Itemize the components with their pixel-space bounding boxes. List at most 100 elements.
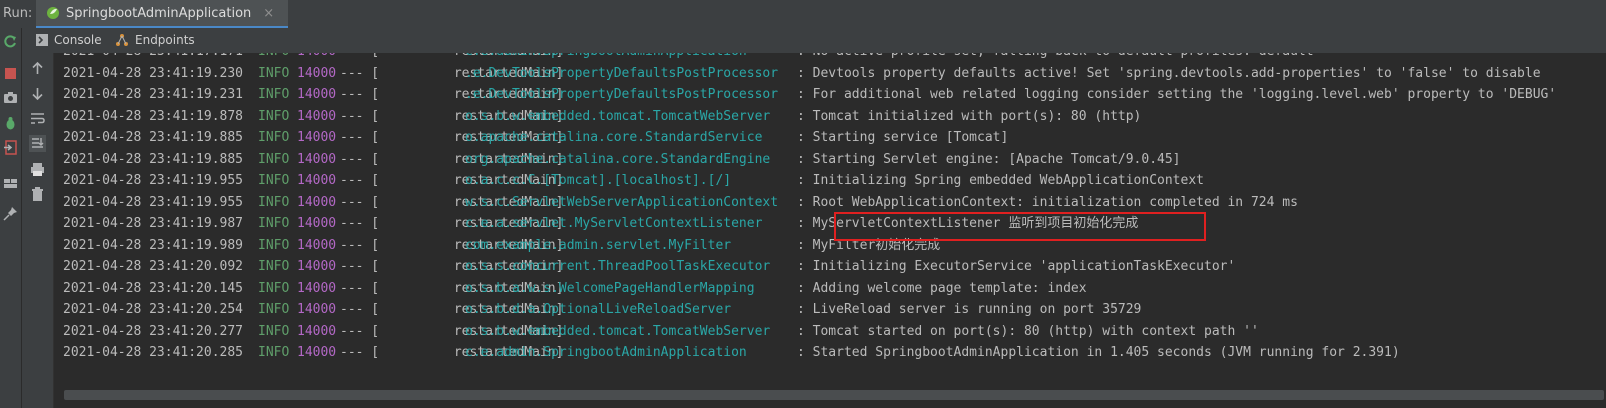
log-pid: 14000	[297, 151, 337, 167]
log-timestamp: 2021-04-28 23:41:19.955	[63, 173, 244, 188]
horizontal-scrollbar[interactable]	[64, 390, 1604, 400]
rerun-icon[interactable]	[3, 34, 18, 49]
log-thread: restartedMain]	[446, 302, 564, 317]
log-separator: --- [	[340, 87, 380, 102]
log-line: 2021-04-28 23:41:19.987 INFO 14000 --- [ re…	[63, 213, 1556, 235]
log-pid: 14000	[297, 87, 337, 102]
log-message: : Starting Servlet engine: [Apache Tomca…	[797, 151, 1181, 167]
log-thread: restartedMain]	[446, 194, 564, 210]
log-pid: 14000	[297, 53, 340, 63]
log-timestamp: 2021-04-28 23:41:20.285	[63, 345, 244, 360]
log-logger: .e.DevToolsPropertyDefaultsPostProcessor	[465, 87, 779, 102]
tab-console[interactable]: Console	[36, 28, 102, 52]
stop-icon[interactable]	[3, 66, 18, 81]
log-level: INFO	[258, 259, 290, 274]
log-level: INFO	[258, 216, 290, 231]
log-thread: restartedMain]	[446, 259, 564, 274]
console-icon	[36, 34, 48, 46]
log-message: : Starting service [Tomcat]	[797, 130, 1009, 145]
log-line: 2021-04-28 23:41:19.885 INFO 14000 --- [ re…	[63, 149, 1556, 171]
log-message: : Devtools property defaults active! Set…	[797, 65, 1541, 81]
log-separator: --- [	[340, 65, 380, 81]
tab-console-label: Console	[54, 33, 102, 47]
log-timestamp: 2021-04-28 23:41:20.254	[63, 302, 244, 317]
log-level: INFO	[258, 53, 297, 63]
exit-icon[interactable]	[3, 140, 18, 155]
run-tab-springboot-admin-application[interactable]: SpringbootAdminApplication ×	[36, 0, 289, 29]
log-separator: --- [	[340, 53, 446, 63]
console-toolbar	[22, 53, 54, 408]
log-logger: .e.DevToolsPropertyDefaultsPostProcessor	[465, 65, 779, 81]
arrow-up-icon[interactable]	[29, 60, 46, 77]
log-logger: o.s.b.a.w.s.WelcomePageHandlerMapping	[465, 280, 755, 296]
trash-icon[interactable]	[29, 186, 46, 203]
log-message: : Initializing Spring embedded WebApplic…	[797, 173, 1204, 188]
log-timestamp: 2021-04-28 23:41:19.885	[63, 130, 244, 145]
log-pid: 14000	[297, 65, 337, 81]
log-pid: 14000	[297, 302, 337, 317]
tab-endpoints-label: Endpoints	[135, 33, 195, 47]
log-pid: 14000	[297, 237, 337, 253]
arrow-down-icon[interactable]	[29, 85, 46, 102]
log-thread: restartedMain]	[446, 65, 564, 81]
log-message: : No active profile set, falling back to…	[797, 53, 1314, 59]
log-logger: org.apache.catalina.core.StandardEngine	[465, 151, 771, 167]
log-level: INFO	[258, 87, 290, 102]
log-level: INFO	[258, 280, 290, 296]
log-thread: restartedMain]	[446, 130, 564, 145]
log-separator: --- [	[340, 130, 380, 145]
log-timestamp: 2021-04-28 23:41:19.878	[63, 108, 244, 124]
log-thread: restartedMain]	[446, 173, 564, 188]
soft-wrap-icon[interactable]	[29, 110, 46, 127]
run-toolbar: Run: SpringbootAdminApplication ×	[0, 0, 1606, 29]
log-separator: --- [	[340, 280, 380, 296]
bug-icon[interactable]	[3, 116, 18, 131]
log-separator: --- [	[340, 173, 380, 188]
pin-icon[interactable]	[3, 206, 18, 221]
log-timestamp: 2021-04-28 23:41:19.230	[63, 65, 244, 81]
log-timestamp: 2021-04-28 23:41:19.987	[63, 216, 244, 231]
log-timestamp: 2021-04-28 23:41:17.171	[63, 53, 258, 63]
log-thread: restartedMain]	[446, 151, 564, 167]
print-icon[interactable]	[29, 161, 46, 178]
console-tabs-bar: Console Endpoints	[22, 28, 1606, 54]
log-line: 2021-04-28 23:41:19.885 INFO 14000 --- [ re…	[63, 127, 1556, 149]
spring-boot-run-icon	[47, 7, 59, 19]
tab-endpoints[interactable]: Endpoints	[115, 28, 195, 52]
left-action-strip	[0, 28, 22, 408]
layout-icon[interactable]	[3, 176, 18, 191]
log-message: : Adding welcome page template: index	[797, 280, 1087, 296]
log-timestamp: 2021-04-28 23:41:19.885	[63, 151, 244, 167]
scroll-to-end-icon[interactable]	[29, 135, 46, 152]
endpoints-icon	[116, 34, 128, 46]
log-thread: restartedMain]	[446, 237, 564, 253]
run-label: Run:	[3, 6, 33, 21]
log-separator: --- [	[340, 216, 380, 231]
log-line: 2021-04-28 23:41:20.145 INFO 14000 --- [ re…	[63, 278, 1556, 300]
console-output[interactable]: 2021-04-28 23:41:17.171INFO14000--- [ re…	[54, 53, 1606, 408]
log-separator: --- [	[340, 345, 380, 360]
log-level: INFO	[258, 65, 290, 81]
close-tab-icon[interactable]: ×	[263, 6, 274, 21]
log-message: : Tomcat started on port(s): 80 (http) w…	[797, 323, 1259, 339]
log-timestamp: 2021-04-28 23:41:20.277	[63, 323, 244, 339]
log-level: INFO	[258, 173, 290, 188]
camera-icon[interactable]	[3, 90, 18, 105]
log-line: 2021-04-28 23:41:19.955 INFO 14000 --- [ re…	[63, 170, 1556, 192]
log-separator: --- [	[340, 194, 380, 210]
log-separator: --- [	[340, 108, 380, 124]
log-line: 2021-04-28 23:41:19.878 INFO 14000 --- [ re…	[63, 106, 1556, 128]
log-level: INFO	[258, 108, 290, 124]
log-level: INFO	[258, 130, 290, 145]
log-message: : Started SpringbootAdminApplication in …	[797, 345, 1400, 360]
log-logger: o.s.s.concurrent.ThreadPoolTaskExecutor	[465, 259, 771, 274]
log-level: INFO	[258, 302, 290, 317]
log-timestamp: 2021-04-28 23:41:20.092	[63, 259, 244, 274]
log-timestamp: 2021-04-28 23:41:20.145	[63, 280, 244, 296]
log-level: INFO	[258, 345, 290, 360]
log-line: 2021-04-28 23:41:20.254 INFO 14000 --- [ re…	[63, 299, 1556, 321]
log-pid: 14000	[297, 345, 337, 360]
log-pid: 14000	[297, 194, 337, 210]
log-logger: o.s.b.w.embedded.tomcat.TomcatWebServer	[465, 323, 771, 339]
log-line: 2021-04-28 23:41:20.277 INFO 14000 --- [ re…	[63, 321, 1556, 343]
